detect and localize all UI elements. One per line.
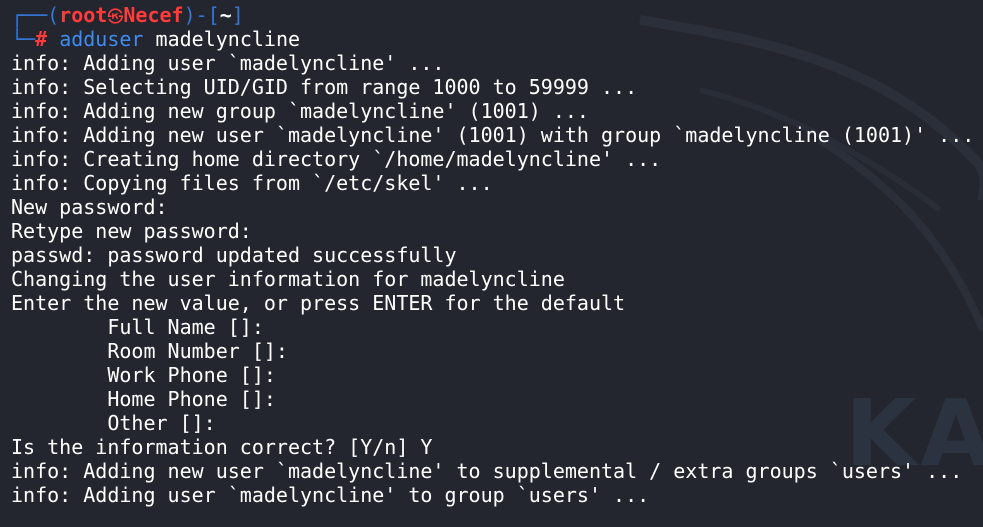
output-line: info: Adding new user `madelyncline' (10… bbox=[11, 123, 975, 147]
output-line: New password: bbox=[11, 195, 168, 219]
prompt-hash: # bbox=[35, 27, 48, 51]
terminal-output: ┌──(root㉿Necef)-[~] └─# adduser madelync… bbox=[11, 3, 983, 507]
output-line: Changing the user information for madely… bbox=[11, 267, 565, 291]
output-line: info: Adding user `madelyncline' ... bbox=[11, 51, 445, 75]
terminal-window[interactable]: KA ┌──(root㉿Necef)-[~] └─# adduser madel… bbox=[0, 0, 983, 527]
output-line: Room Number []: bbox=[11, 339, 288, 363]
skull-icon: ㉿ bbox=[107, 7, 124, 26]
command-output: info: Adding user `madelyncline' ... info… bbox=[11, 51, 983, 507]
output-line: Home Phone []: bbox=[11, 387, 276, 411]
command-name: adduser bbox=[59, 27, 144, 51]
prompt-line-top: ┌──(root㉿Necef)-[~] bbox=[11, 3, 983, 27]
output-line: info: Adding user `madelyncline' to grou… bbox=[11, 483, 650, 507]
prompt-frame-mid: )-[ bbox=[183, 3, 220, 27]
output-line: info: Copying files from `/etc/skel' ... bbox=[11, 171, 493, 195]
output-line: Work Phone []: bbox=[11, 363, 276, 387]
prompt-frame-bottom: └─ bbox=[11, 27, 36, 51]
prompt-line-command[interactable]: └─# adduser madelyncline bbox=[11, 27, 983, 51]
output-line: info: Adding new user `madelyncline' to … bbox=[11, 459, 963, 483]
output-line: info: Adding new group `madelyncline' (1… bbox=[11, 99, 589, 123]
output-line: passwd: password updated successfully bbox=[11, 243, 457, 267]
prompt-cwd: ~ bbox=[219, 3, 232, 27]
output-line: Full Name []: bbox=[11, 315, 264, 339]
output-line: Enter the new value, or press ENTER for … bbox=[11, 291, 626, 315]
prompt-frame-open: ┌──( bbox=[11, 3, 60, 27]
output-line: info: Selecting UID/GID from range 1000 … bbox=[11, 75, 638, 99]
output-line: Retype new password: bbox=[11, 219, 252, 243]
prompt-frame-close: ] bbox=[231, 3, 244, 27]
output-line: info: Creating home directory `/home/mad… bbox=[11, 147, 662, 171]
output-line: Is the information correct? [Y/n] Y bbox=[11, 435, 433, 459]
command-argument: madelyncline bbox=[155, 27, 301, 51]
prompt-user: root bbox=[59, 3, 108, 27]
prompt-host: Necef bbox=[123, 3, 184, 27]
output-line: Other []: bbox=[11, 411, 216, 435]
